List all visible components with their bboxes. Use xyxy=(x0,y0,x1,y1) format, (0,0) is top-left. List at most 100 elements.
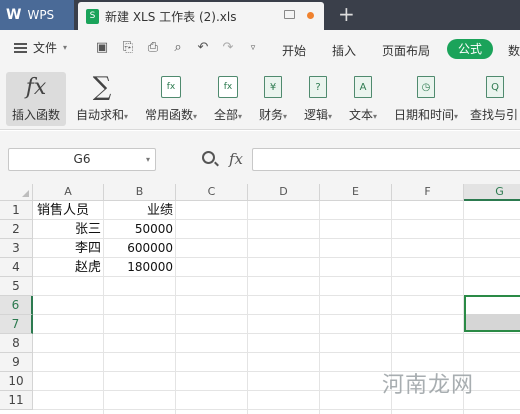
common-functions-icon: fx xyxy=(161,76,181,98)
name-box-value: G6 xyxy=(73,152,91,166)
formula-ribbon: fx 插入函数 ∑ 自动求和▾ fx 常用函数▾ fx 全部▾ ¥ 财务▾ ? … xyxy=(0,66,520,130)
common-functions-label: 常用函数 xyxy=(144,108,193,122)
row-header-11[interactable]: 11 xyxy=(0,391,33,410)
row-header-10[interactable]: 10 xyxy=(0,372,33,391)
cell-a2[interactable]: 张三 xyxy=(34,220,104,239)
new-tab-button[interactable]: + xyxy=(338,4,355,24)
hamburger-icon xyxy=(14,42,27,53)
cell-a1[interactable]: 销售人员 xyxy=(34,201,104,220)
zoom-icon[interactable] xyxy=(202,151,215,164)
autosum-button[interactable]: ∑ 自动求和▾ xyxy=(72,72,132,126)
undo-icon[interactable]: ↶ xyxy=(195,40,211,56)
menu-insert[interactable]: 插入 xyxy=(332,42,356,59)
autosum-label: 自动求和 xyxy=(75,108,124,122)
chevron-down-icon: ▾ xyxy=(63,43,68,52)
gridline xyxy=(33,352,520,353)
fx-icon: fx xyxy=(25,74,47,100)
finance-button[interactable]: ¥ 财务▾ xyxy=(255,72,291,126)
insert-function-fx-icon[interactable]: fx xyxy=(229,150,243,168)
menu-formulas[interactable]: 公式 xyxy=(447,39,493,59)
document-tab[interactable]: S 新建 XLS 工作表 (2).xls xyxy=(78,2,324,30)
chevron-down-icon[interactable]: ▾ xyxy=(146,149,150,170)
export-icon[interactable]: ⎘ xyxy=(120,40,136,56)
lookup-reference-label: 查找与引 xyxy=(470,108,519,122)
save-icon[interactable]: ▣ xyxy=(94,40,110,56)
name-box[interactable]: G6 ▾ xyxy=(8,148,156,171)
lookup-icon: Q xyxy=(486,76,504,98)
file-menu[interactable]: 文件 ▾ xyxy=(14,39,67,56)
cell-b2[interactable]: 50000 xyxy=(104,220,176,239)
clock-icon: ◷ xyxy=(417,76,435,98)
all-functions-button[interactable]: fx 全部▾ xyxy=(210,72,246,126)
formula-input[interactable] xyxy=(252,148,520,171)
insert-function-button[interactable]: fx 插入函数 xyxy=(6,72,66,126)
print-icon[interactable]: ⎙ xyxy=(145,40,161,56)
datetime-button[interactable]: ◷ 日期和时间▾ xyxy=(390,72,462,126)
row-header-2[interactable]: 2 xyxy=(0,220,33,239)
cell-b4[interactable]: 180000 xyxy=(104,258,176,277)
spreadsheet-file-icon: S xyxy=(86,8,99,24)
redo-icon[interactable]: ↷ xyxy=(220,40,236,56)
cell-b1[interactable]: 业绩 xyxy=(104,201,176,220)
row-header-4[interactable]: 4 xyxy=(0,258,33,277)
chevron-down-icon: ▾ xyxy=(124,112,129,121)
text-functions-button[interactable]: A 文本▾ xyxy=(345,72,381,126)
text-functions-label: 文本 xyxy=(348,108,373,122)
common-functions-button[interactable]: fx 常用函数▾ xyxy=(141,72,201,126)
chevron-down-icon: ▾ xyxy=(373,112,378,121)
app-name: WPS xyxy=(27,8,55,22)
menu-page-layout[interactable]: 页面布局 xyxy=(382,42,430,59)
row-header-1[interactable]: 1 xyxy=(0,201,33,220)
cell-a4[interactable]: 赵虎 xyxy=(34,258,104,277)
row-header-9[interactable]: 9 xyxy=(0,353,33,372)
chevron-down-icon: ▾ xyxy=(283,112,288,121)
chevron-down-icon: ▾ xyxy=(238,112,243,121)
spreadsheet-grid[interactable]: A B C D E F G 1 2 3 4 5 6 7 8 9 10 11 销售… xyxy=(0,184,520,414)
gridline xyxy=(33,333,520,334)
print-preview-icon[interactable]: ⌕ xyxy=(170,40,186,56)
logic-icon: ? xyxy=(309,76,327,98)
column-header-b[interactable]: B xyxy=(104,184,176,201)
column-header-f[interactable]: F xyxy=(392,184,464,201)
cell-b3[interactable]: 600000 xyxy=(104,239,176,258)
select-all-corner[interactable] xyxy=(0,184,33,201)
gridline xyxy=(33,409,520,410)
row-header-8[interactable]: 8 xyxy=(0,334,33,353)
gridline xyxy=(247,201,248,414)
column-header-e[interactable]: E xyxy=(320,184,392,201)
title-bar: W WPS S 新建 XLS 工作表 (2).xls + xyxy=(0,0,520,30)
row-header-5[interactable]: 5 xyxy=(0,277,33,296)
unsaved-dot-icon xyxy=(307,12,314,19)
row-header-7[interactable]: 7 xyxy=(0,315,33,334)
monitor-icon[interactable] xyxy=(284,10,295,19)
wps-logo-icon: W xyxy=(6,7,22,23)
all-functions-label: 全部 xyxy=(213,108,238,122)
chevron-down-icon: ▾ xyxy=(328,112,333,121)
column-header-c[interactable]: C xyxy=(176,184,248,201)
lookup-reference-button[interactable]: Q 查找与引 xyxy=(470,72,520,126)
column-header-d[interactable]: D xyxy=(248,184,320,201)
chevron-down-icon: ▾ xyxy=(193,112,198,121)
gridline xyxy=(33,314,520,315)
cell-a3[interactable]: 李四 xyxy=(34,239,104,258)
all-functions-icon: fx xyxy=(218,76,238,98)
column-header-a[interactable]: A xyxy=(33,184,104,201)
gridline xyxy=(319,201,320,414)
logic-button[interactable]: ? 逻辑▾ xyxy=(300,72,336,126)
document-title: 新建 XLS 工作表 (2).xls xyxy=(105,9,237,24)
text-functions-icon: A xyxy=(354,76,372,98)
column-header-g[interactable]: G xyxy=(464,184,520,201)
finance-icon: ¥ xyxy=(264,76,282,98)
wps-home-tab[interactable]: W WPS xyxy=(0,0,74,30)
customize-toolbar-icon[interactable]: ▿ xyxy=(245,40,261,56)
menu-data[interactable]: 数 xyxy=(508,42,520,59)
menu-home[interactable]: 开始 xyxy=(282,42,306,59)
row-header-6[interactable]: 6 xyxy=(0,296,33,315)
active-cell-selection[interactable] xyxy=(464,295,520,332)
row-header-3[interactable]: 3 xyxy=(0,239,33,258)
chevron-down-icon: ▾ xyxy=(454,112,459,121)
gridline xyxy=(33,295,520,296)
file-menu-label: 文件 xyxy=(33,41,58,55)
menu-bar: 文件 ▾ ▣ ⎘ ⎙ ⌕ ↶ ↷ ▿ 开始 插入 页面布局 公式 数 xyxy=(0,30,520,66)
formula-bar-area: G6 ▾ fx xyxy=(0,131,520,184)
